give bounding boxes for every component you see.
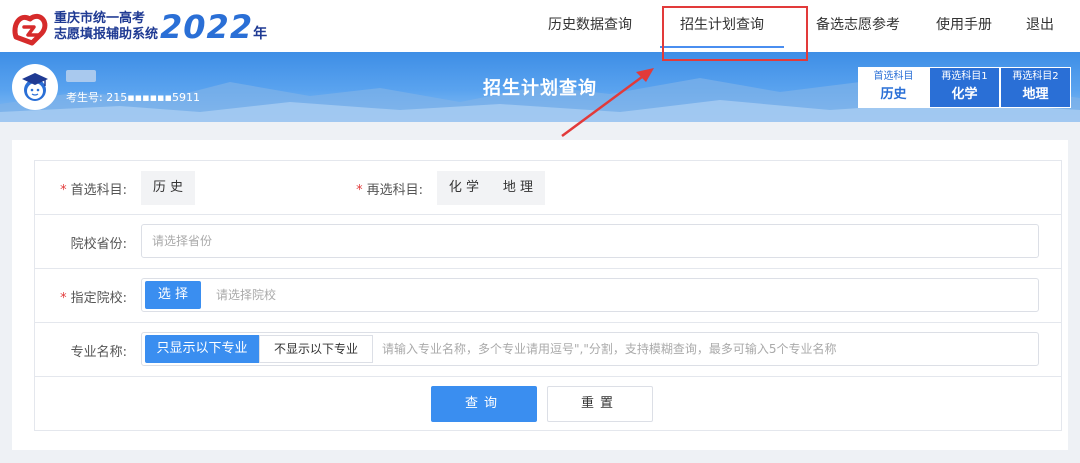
subject-first: 首选科目 历史 — [858, 67, 929, 108]
province-label: 院校省份: — [70, 237, 127, 252]
subject-second-1-label: 再选科目1 — [941, 71, 988, 82]
first-subject-label: * 首选科目: — [60, 183, 127, 198]
school-placeholder: 请选择院校 — [216, 288, 277, 302]
nav-user-manual[interactable]: 使用手册 — [918, 0, 1010, 52]
brand-year: 2022 — [160, 8, 254, 46]
form-row-major: 专业名称: 只显示以下专业 不显示以下专业 请输入专业名称，多个专业请用逗号",… — [35, 323, 1061, 377]
province-placeholder: 请选择省份 — [152, 234, 213, 248]
second-subject-label: * 再选科目: — [356, 183, 423, 198]
subject-first-value: 历史 — [880, 87, 907, 102]
major-input[interactable]: 只显示以下专业 不显示以下专业 请输入专业名称，多个专业请用逗号","分割，支持… — [141, 332, 1039, 366]
subject-second-2: 再选科目2 地理 — [1000, 67, 1071, 108]
school-input[interactable]: 选 择 请选择院校 — [141, 278, 1039, 312]
nav-alternative-reference[interactable]: 备选志愿参考 — [798, 0, 918, 52]
brand-logo: 重庆市统一高考 志愿填报辅助系统 2022 年 — [10, 7, 267, 47]
brand-line2: 志愿填报辅助系统 — [54, 27, 159, 42]
major-exclude-toggle[interactable]: 不显示以下专业 — [259, 335, 373, 363]
school-select-button[interactable]: 选 择 — [145, 281, 201, 309]
required-mark: * — [356, 183, 363, 198]
top-navbar: 重庆市统一高考 志愿填报辅助系统 2022 年 历史数据查询 招生计划查询 备选… — [0, 0, 1080, 52]
major-show-only-toggle[interactable]: 只显示以下专业 — [145, 335, 259, 363]
province-select[interactable]: 请选择省份 — [141, 224, 1039, 258]
reset-button[interactable]: 重置 — [547, 386, 653, 422]
selected-subjects: 首选科目 历史 再选科目1 化学 再选科目2 地理 — [858, 67, 1071, 108]
query-button[interactable]: 查询 — [431, 386, 537, 422]
subject-second-1: 再选科目1 化学 — [929, 67, 1000, 108]
nav-history-data[interactable]: 历史数据查询 — [534, 0, 646, 52]
subject-second-2-value: 地理 — [1022, 87, 1049, 102]
second-subject-value-1: 化 学 — [437, 171, 491, 205]
brand-year-suffix: 年 — [253, 26, 268, 42]
main-nav: 历史数据查询 招生计划查询 备选志愿参考 使用手册 退出 — [534, 0, 1080, 52]
required-mark: * — [60, 183, 67, 198]
form-row-province: 院校省份: 请选择省份 — [35, 215, 1061, 269]
subject-second-1-value: 化学 — [951, 87, 978, 102]
second-subject-value-2: 地 理 — [491, 171, 545, 205]
school-label: * 指定院校: — [60, 291, 127, 306]
brand-line1: 重庆市统一高考 — [54, 11, 146, 26]
nav-enrollment-plan[interactable]: 招生计划查询 — [646, 0, 798, 52]
form-row-subjects: * 首选科目: 历 史 * 再选科目: 化 学 地 理 — [35, 161, 1061, 215]
form-row-school: * 指定院校: 选 择 请选择院校 — [35, 269, 1061, 323]
major-placeholder: 请输入专业名称，多个专业请用逗号","分割，支持模糊查询，最多可输入5个专业名称 — [382, 342, 837, 356]
brand-logo-icon — [12, 13, 48, 46]
subject-first-label: 首选科目 — [873, 71, 914, 82]
header-banner: 考生号: 215▪▪▪▪▪▪5911 招生计划查询 首选科目 历史 再选科目1 … — [0, 52, 1080, 122]
nav-logout[interactable]: 退出 — [1010, 0, 1080, 52]
brand-name: 重庆市统一高考 志愿填报辅助系统 — [54, 11, 158, 43]
query-panel: * 首选科目: 历 史 * 再选科目: 化 学 地 理 院校省份: 请选择省份 * 指… — [12, 140, 1068, 450]
first-subject-value: 历 史 — [141, 171, 195, 205]
subject-second-2-label: 再选科目2 — [1012, 71, 1059, 82]
query-form: * 首选科目: 历 史 * 再选科目: 化 学 地 理 院校省份: 请选择省份 * 指… — [34, 160, 1062, 431]
major-label: 专业名称: — [70, 345, 127, 360]
required-mark: * — [60, 291, 67, 306]
